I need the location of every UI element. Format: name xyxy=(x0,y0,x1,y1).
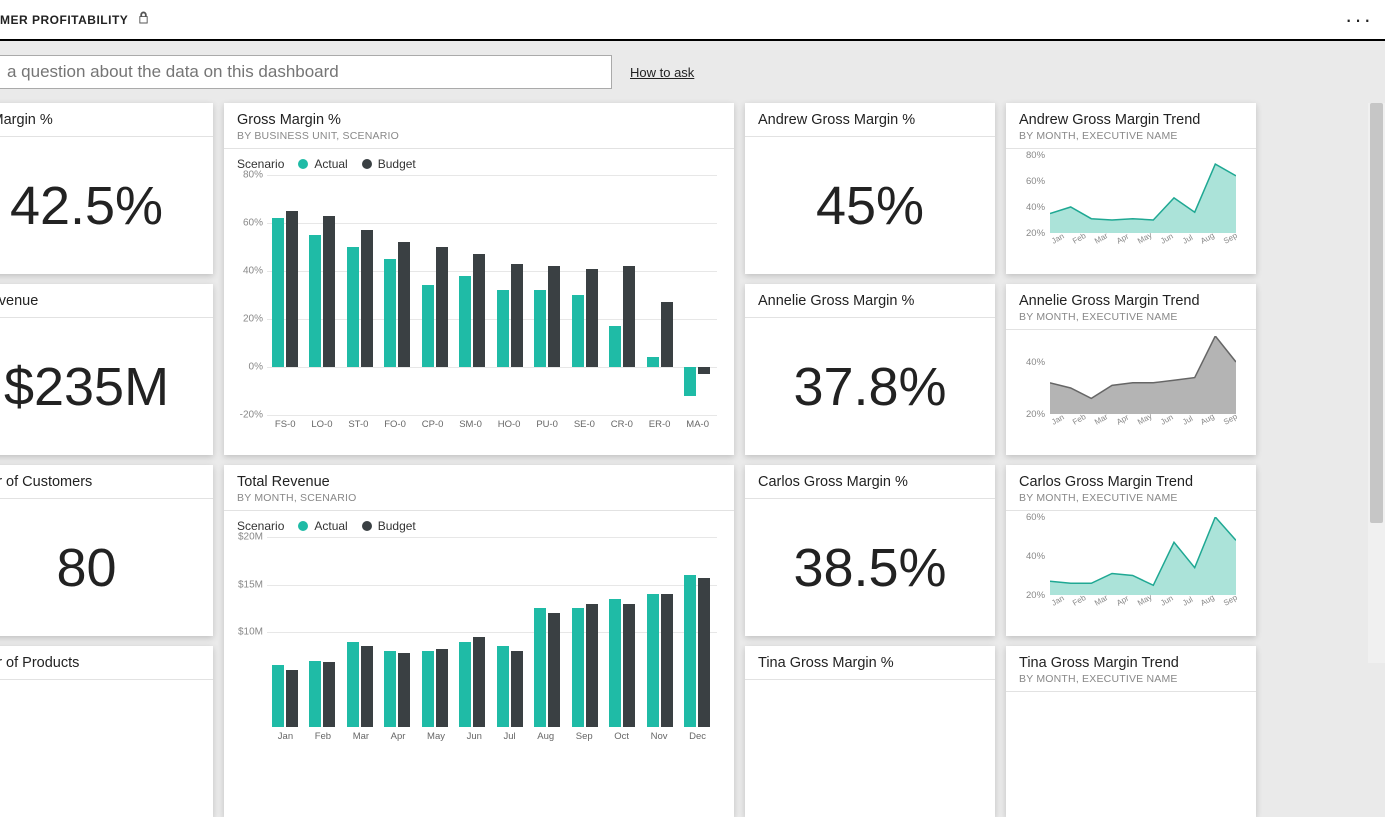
tile-title: Tina Gross Margin Trend xyxy=(1019,655,1243,671)
dashboard-title: MER PROFITABILITY xyxy=(0,13,128,27)
tile-tina-trend[interactable]: Tina Gross Margin Trend BY MONTH, EXECUT… xyxy=(1006,646,1256,817)
tile-title: Gross Margin % xyxy=(237,112,721,128)
kpi-carlos-gm[interactable]: Carlos Gross Margin % 38.5% xyxy=(745,465,995,636)
kpi-products[interactable]: nber of Products xyxy=(0,646,213,817)
legend: Scenario Actual Budget xyxy=(224,149,734,175)
bar-chart-revenue: $10M$15M$20M JanFebMarAprMayJunJulAugSep… xyxy=(224,537,734,750)
tile-subtitle: BY MONTH, EXECUTIVE NAME xyxy=(1019,673,1243,685)
sparkline-andrew: 20%40%60%80%JanFebMarAprMayJunJulAugSep xyxy=(1026,155,1236,245)
tile-subtitle: BY MONTH, EXECUTIVE NAME xyxy=(1019,130,1243,142)
tile-andrew-trend[interactable]: Andrew Gross Margin Trend BY MONTH, EXEC… xyxy=(1006,103,1256,274)
tile-title: ss Margin % xyxy=(0,112,200,128)
kpi-value: 37.8% xyxy=(793,356,946,418)
ask-bar: How to ask xyxy=(0,41,1385,103)
tile-subtitle: BY MONTH, SCENARIO xyxy=(237,492,721,504)
sparkline-carlos: 20%40%60%JanFebMarAprMayJunJulAugSep xyxy=(1026,517,1236,607)
how-to-ask-link[interactable]: How to ask xyxy=(630,65,694,80)
kpi-gross-margin[interactable]: ss Margin % 42.5% xyxy=(0,103,213,274)
top-bar: MER PROFITABILITY ··· xyxy=(0,0,1385,41)
tile-carlos-trend[interactable]: Carlos Gross Margin Trend BY MONTH, EXEC… xyxy=(1006,465,1256,636)
qa-input[interactable] xyxy=(0,55,612,89)
kpi-value: 80 xyxy=(56,537,116,599)
tile-title: Total Revenue xyxy=(237,474,721,490)
dashboard-canvas: ss Margin % 42.5% l Revenue $235M nber o… xyxy=(0,103,1385,707)
tile-gm-by-bu[interactable]: Gross Margin % BY BUSINESS UNIT, SCENARI… xyxy=(224,103,734,455)
tile-title: l Revenue xyxy=(0,293,200,309)
tile-title: nber of Products xyxy=(0,655,200,671)
tile-title: Carlos Gross Margin % xyxy=(758,474,982,490)
bar-chart-gm: -20%0%20%40%60%80% FS-0LO-0ST-0FO-0CP-0S… xyxy=(224,175,734,438)
tile-annelie-trend[interactable]: Annelie Gross Margin Trend BY MONTH, EXE… xyxy=(1006,284,1256,455)
tile-title: Andrew Gross Margin % xyxy=(758,112,982,128)
kpi-annelie-gm[interactable]: Annelie Gross Margin % 37.8% xyxy=(745,284,995,455)
tile-revenue-by-month[interactable]: Total Revenue BY MONTH, SCENARIO Scenari… xyxy=(224,465,734,817)
tile-subtitle: BY BUSINESS UNIT, SCENARIO xyxy=(237,130,721,142)
legend-actual: Actual xyxy=(298,157,347,171)
tile-subtitle: BY MONTH, EXECUTIVE NAME xyxy=(1019,311,1243,323)
tile-title: Annelie Gross Margin Trend xyxy=(1019,293,1243,309)
kpi-value: 42.5% xyxy=(10,175,163,237)
kpi-customers[interactable]: nber of Customers 80 xyxy=(0,465,213,636)
tile-subtitle: BY MONTH, EXECUTIVE NAME xyxy=(1019,492,1243,504)
kpi-total-revenue[interactable]: l Revenue $235M xyxy=(0,284,213,455)
tile-title: nber of Customers xyxy=(0,474,200,490)
legend-actual: Actual xyxy=(298,519,347,533)
legend: Scenario Actual Budget xyxy=(224,511,734,537)
tile-title: Carlos Gross Margin Trend xyxy=(1019,474,1243,490)
kpi-andrew-gm[interactable]: Andrew Gross Margin % 45% xyxy=(745,103,995,274)
legend-budget: Budget xyxy=(362,519,416,533)
more-options-icon[interactable]: ··· xyxy=(1345,7,1373,33)
legend-budget: Budget xyxy=(362,157,416,171)
kpi-value: 45% xyxy=(816,175,924,237)
lock-icon xyxy=(138,11,149,29)
sparkline-annelie: 20%40%JanFebMarAprMayJunJulAugSep xyxy=(1026,336,1236,426)
tile-title: Annelie Gross Margin % xyxy=(758,293,982,309)
vertical-scrollbar[interactable] xyxy=(1368,103,1385,663)
kpi-value: 38.5% xyxy=(793,537,946,599)
tile-title: Tina Gross Margin % xyxy=(758,655,982,671)
tile-title: Andrew Gross Margin Trend xyxy=(1019,112,1243,128)
kpi-tina-gm[interactable]: Tina Gross Margin % xyxy=(745,646,995,817)
kpi-value: $235M xyxy=(4,356,169,418)
